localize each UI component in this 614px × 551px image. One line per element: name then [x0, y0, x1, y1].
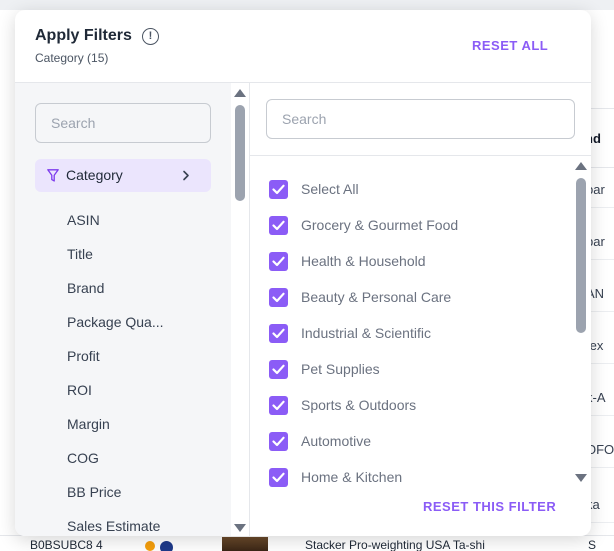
checkbox-checked[interactable] — [269, 432, 288, 451]
field-item-category[interactable]: Category — [35, 159, 211, 192]
field-item[interactable]: Sales Estimate — [67, 518, 160, 534]
background-row-title: Stacker Pro-weighting USA Ta-shi — [305, 538, 485, 551]
field-item[interactable]: Package Qua... — [67, 314, 164, 330]
checkbox-checked[interactable] — [269, 324, 288, 343]
product-thumbnail[interactable] — [222, 537, 268, 551]
scroll-up-arrow-icon[interactable] — [234, 89, 246, 97]
panel-title: Apply Filters — [35, 27, 132, 44]
checkmark-icon — [272, 184, 285, 195]
warning-badge-icon — [145, 541, 155, 551]
checkmark-icon — [272, 364, 285, 375]
info-badge-icon — [160, 541, 173, 551]
option-label: Grocery & Gourmet Food — [301, 217, 459, 233]
checkmark-icon — [272, 328, 285, 339]
checkmark-icon — [272, 256, 285, 267]
field-item[interactable]: Brand — [67, 280, 104, 296]
scrollbar-thumb[interactable] — [235, 105, 245, 201]
reset-all-button[interactable]: RESET ALL — [472, 38, 548, 53]
divider — [250, 155, 591, 156]
field-item-label: Category — [66, 167, 123, 183]
field-item[interactable]: COG — [67, 450, 99, 466]
option-label: Beauty & Personal Care — [301, 289, 452, 305]
scroll-up-arrow-icon[interactable] — [575, 162, 587, 170]
chevron-right-icon — [183, 170, 189, 181]
checkmark-icon — [272, 472, 285, 483]
info-circle-icon[interactable]: ! — [142, 28, 159, 45]
column-divider — [249, 83, 250, 536]
field-item[interactable]: Profit — [67, 348, 100, 364]
scroll-down-arrow-icon[interactable] — [575, 474, 587, 482]
panel-header: Apply Filters ! Category (15) RESET ALL — [15, 10, 591, 83]
option-label: Health & Household — [301, 253, 426, 269]
field-item[interactable]: ROI — [67, 382, 92, 398]
checkmark-icon — [272, 400, 285, 411]
checkbox-checked[interactable] — [269, 468, 288, 487]
option-label: Sports & Outdoors — [301, 397, 417, 413]
checkbox-checked[interactable] — [269, 180, 288, 199]
background-top-bar — [0, 0, 614, 10]
checkmark-icon — [272, 292, 285, 303]
field-search-input[interactable] — [35, 103, 211, 143]
option-label: Pet Supplies — [301, 361, 380, 377]
checkmark-icon — [272, 220, 285, 231]
option-label: Home & Kitchen — [301, 469, 403, 485]
checkbox-checked[interactable] — [269, 396, 288, 415]
background-row-asin: B0BSUBC8 4 — [30, 538, 103, 551]
background-table-row[interactable]: B0BSUBC8 4 Stacker Pro-weighting USA Ta-… — [0, 535, 614, 551]
value-search-input[interactable] — [266, 99, 575, 139]
filter-field-list: Category ASIN Title Brand Package Qua...… — [15, 83, 231, 536]
checkbox-checked[interactable] — [269, 288, 288, 307]
checkbox-checked[interactable] — [269, 216, 288, 235]
option-label: Industrial & Scientific — [301, 325, 431, 341]
option-label: Select All — [301, 181, 359, 197]
option-label: Automotive — [301, 433, 372, 449]
checkbox-checked[interactable] — [269, 252, 288, 271]
field-item[interactable]: Margin — [67, 416, 110, 432]
reset-this-filter-button[interactable]: RESET THIS FILTER — [423, 499, 556, 514]
scroll-down-arrow-icon[interactable] — [234, 524, 246, 532]
field-item[interactable]: ASIN — [67, 212, 100, 228]
background-row-cell: S — [588, 538, 597, 551]
checkmark-icon — [272, 436, 285, 447]
field-item[interactable]: BB Price — [67, 484, 121, 500]
scrollbar-thumb[interactable] — [576, 178, 586, 333]
funnel-icon — [47, 169, 59, 182]
checkbox-checked[interactable] — [269, 360, 288, 379]
panel-subtitle: Category (15) — [35, 51, 109, 65]
field-item[interactable]: Title — [67, 246, 93, 262]
apply-filters-panel: Apply Filters ! Category (15) RESET ALL … — [15, 10, 591, 536]
